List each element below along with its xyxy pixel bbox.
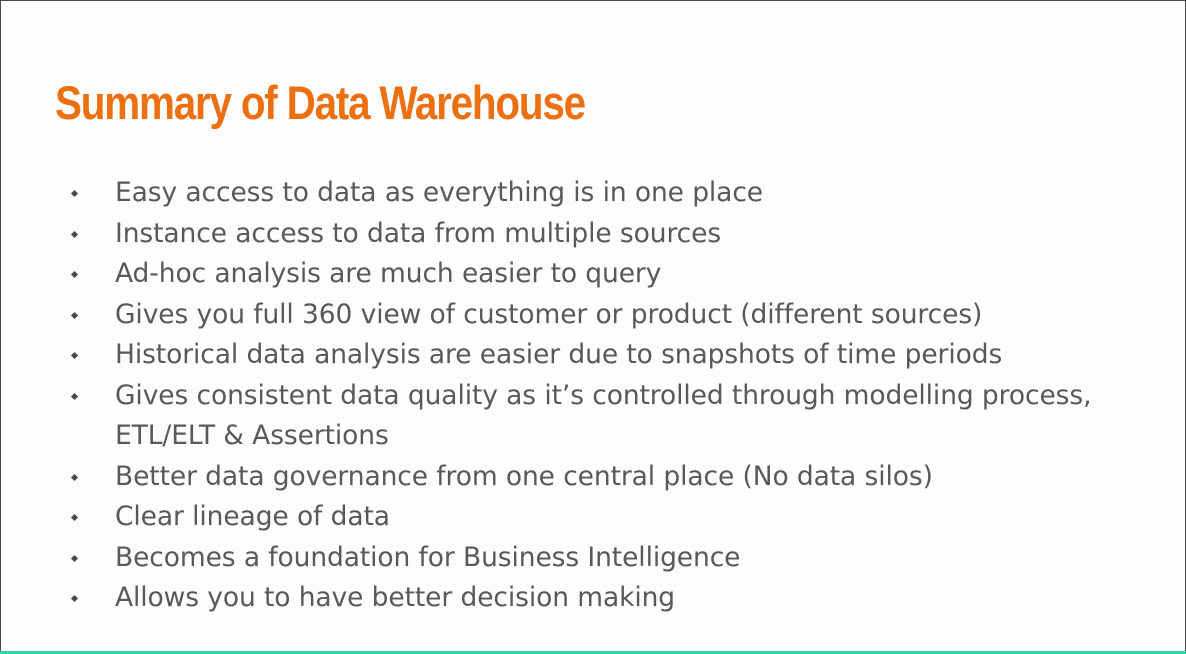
bullet-item: Historical data analysis are easier due … (69, 335, 1169, 376)
bullet-item: Instance access to data from multiple so… (69, 214, 1169, 255)
bullet-text: Ad-hoc analysis are much easier to query (115, 258, 662, 289)
bullet-text: Becomes a foundation for Business Intell… (115, 541, 741, 573)
diamond-bullet-icon (70, 392, 79, 400)
bullet-text: Allows you to have better decision makin… (115, 582, 676, 613)
bullet-item: Allows you to have better decision makin… (69, 578, 1169, 619)
diamond-bullet-icon (70, 554, 79, 562)
bullet-item: Better data governance from one central … (69, 457, 1169, 498)
diamond-bullet-icon (70, 270, 79, 279)
bullet-item: Clear lineage of data (69, 497, 1169, 538)
bullet-text: Gives you full 360 view of customer or p… (115, 298, 983, 330)
diamond-bullet-icon (70, 311, 79, 319)
diamond-bullet-icon (70, 473, 79, 481)
bullet-item: Easy access to data as everything is in … (69, 173, 1169, 214)
diamond-bullet-icon (70, 230, 79, 238)
bullet-text: Better data governance from one central … (115, 460, 933, 492)
bullet-item: Gives you full 360 view of customer or p… (69, 295, 1169, 336)
slide-title: Summary of Data Warehouse (55, 76, 586, 129)
bullet-text: Instance access to data from multiple so… (115, 217, 722, 249)
diamond-bullet-icon (70, 513, 79, 522)
slide: Summary of Data Warehouse Easy access to… (0, 0, 1186, 652)
bullet-item: Becomes a foundation for Business Intell… (69, 538, 1169, 579)
diamond-bullet-icon (70, 189, 79, 198)
bullet-text: Historical data analysis are easier due … (115, 339, 1003, 370)
bullet-text: Easy access to data as everything is in … (115, 177, 763, 208)
bullet-text: Clear lineage of data (115, 501, 390, 532)
bullet-text: Gives consistent data quality as it’s co… (115, 379, 1092, 452)
bullet-list: Easy access to data as everything is in … (69, 173, 1169, 619)
bullet-item: Ad-hoc analysis are much easier to query (69, 254, 1169, 295)
diamond-bullet-icon (70, 351, 79, 360)
bullet-item: Gives consistent data quality as it’s co… (69, 376, 1169, 457)
diamond-bullet-icon (70, 594, 79, 603)
